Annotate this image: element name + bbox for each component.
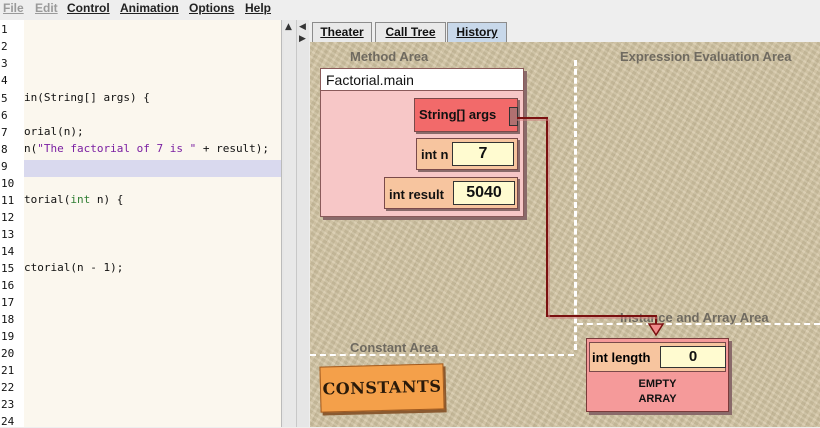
line-number: 6 [1, 109, 8, 122]
keyword: int [70, 193, 91, 206]
empty-label-line: EMPTY [638, 378, 677, 390]
collapse-left-arrow-icon[interactable]: ◀ [299, 22, 306, 32]
line-number: 8 [1, 143, 8, 156]
menubar: File Edit Control Animation Options Help [0, 0, 820, 18]
array-length-field: int length 0 [589, 342, 726, 372]
code-text: n( [24, 142, 38, 155]
line-number: 10 [1, 177, 15, 190]
array-length-label: int length [592, 350, 651, 365]
menu-edit[interactable]: Edit [35, 1, 58, 15]
line-number: 7 [1, 126, 8, 139]
line-number: 12 [1, 211, 15, 224]
code-line-5: in(String[] args) { [24, 91, 150, 104]
line-number: 14 [1, 245, 15, 258]
tab-theater[interactable]: Theater [312, 22, 372, 42]
code-line-8: n("The factorial of 7 is " + result); [24, 142, 269, 155]
empty-array-label: EMPTY ARRAY [587, 377, 728, 407]
menu-animation[interactable]: Animation [120, 1, 179, 15]
line-number: 3 [1, 57, 8, 70]
code-line-15: ctorial(n - 1); [24, 261, 123, 274]
code-text: + result); [196, 142, 270, 155]
menu-help[interactable]: Help [245, 1, 271, 15]
code-text: orial(n); [24, 125, 84, 138]
line-number: 18 [1, 313, 15, 326]
panel-splitter[interactable]: ▲ ◀ ▶ [281, 20, 309, 427]
line-number: 11 [1, 194, 15, 207]
array-label-line: ARRAY [638, 393, 677, 405]
array-length-value: 0 [660, 346, 726, 368]
string-literal: "The factorial of 7 is " [37, 142, 197, 155]
tab-history[interactable]: History [447, 22, 507, 42]
code-line-7: orial(n); [24, 125, 84, 138]
line-number: 15 [1, 262, 15, 275]
line-number: 23 [1, 398, 15, 411]
line-number: 13 [1, 228, 15, 241]
vertical-scrollbar[interactable] [284, 20, 297, 427]
line-number: 22 [1, 381, 15, 394]
code-text: n) { [90, 193, 124, 206]
line-number-gutter: 1 2 3 4 5 6 7 8 9 10 11 12 13 14 15 16 1… [0, 20, 24, 428]
line-number: 4 [1, 74, 8, 87]
line-number: 21 [1, 364, 15, 377]
tab-call-tree[interactable]: Call Tree [375, 22, 446, 42]
code-line-11: torial(int n) { [24, 193, 123, 206]
line-number: 19 [1, 330, 15, 343]
expand-right-arrow-icon[interactable]: ▶ [299, 34, 306, 44]
code-editor[interactable]: in(String[] args) { orial(n); n("The fac… [24, 20, 281, 427]
code-text: torial( [24, 193, 71, 206]
theater-stage: Method Area Expression Evaluation Area C… [310, 42, 820, 427]
scroll-up-arrow-icon[interactable]: ▲ [285, 22, 292, 32]
line-number: 1 [1, 23, 8, 36]
line-number: 16 [1, 279, 15, 292]
line-number: 20 [1, 347, 15, 360]
line-number: 17 [1, 296, 15, 309]
line-number: 24 [1, 415, 15, 428]
line-number: 5 [1, 92, 8, 105]
line-number: 9 [1, 160, 8, 173]
code-text: in(String[] args) { [24, 91, 150, 104]
current-line-highlight [24, 160, 281, 177]
line-number: 2 [1, 40, 8, 53]
empty-array-object[interactable]: int length 0 EMPTY ARRAY [586, 338, 729, 412]
menu-file[interactable]: File [3, 1, 24, 15]
menu-control[interactable]: Control [67, 1, 110, 15]
code-text: ctorial(n - 1); [24, 261, 124, 274]
menu-options[interactable]: Options [189, 1, 234, 15]
constants-button[interactable]: CONSTANTS [319, 363, 445, 413]
